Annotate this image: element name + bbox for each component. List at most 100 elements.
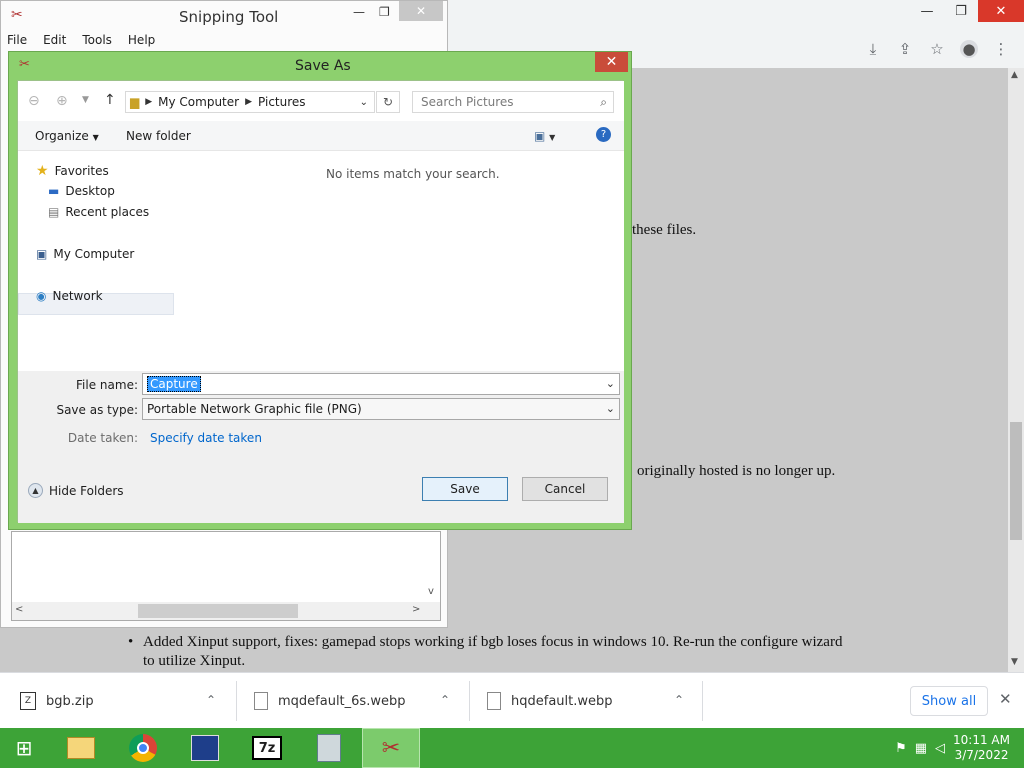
image-file-icon xyxy=(487,692,501,710)
system-clock[interactable]: 10:11 AM 3/7/2022 xyxy=(953,733,1010,763)
taskbar-file-explorer[interactable] xyxy=(52,728,110,768)
organize-button[interactable]: Organize ▼ xyxy=(35,129,99,143)
snip-close-icon[interactable]: ✕ xyxy=(399,1,443,21)
up-arrow-icon[interactable]: ↑ xyxy=(104,92,116,108)
divider xyxy=(236,681,237,721)
dialog-title: Save As xyxy=(295,58,351,74)
file-name-input[interactable]: Capture ⌄ xyxy=(142,373,620,395)
save-type-label: Save as type: xyxy=(56,403,138,417)
scissors-icon: ✂ xyxy=(11,7,23,23)
system-tray: ⚑ ▦ ◁ 10:11 AM 3/7/2022 xyxy=(895,728,1024,768)
folder-icon xyxy=(67,737,95,759)
page-scrollbar[interactable] xyxy=(1008,68,1024,672)
scissors-icon: ✂ xyxy=(381,735,401,761)
taskbar-chrome[interactable] xyxy=(114,728,172,768)
chevron-up-icon[interactable]: ⌃ xyxy=(206,693,216,707)
nav-item-desktop[interactable]: ▬ Desktop xyxy=(48,184,115,198)
scroll-down-icon[interactable]: ▼ xyxy=(1011,657,1018,667)
menu-help[interactable]: Help xyxy=(128,33,155,47)
chevron-up-icon: ▲ xyxy=(28,483,43,498)
download-blocked-icon[interactable]: ⤓ xyxy=(864,40,882,58)
restore-icon[interactable]: ❐ xyxy=(944,0,978,22)
share-icon[interactable]: ⇪ xyxy=(896,40,914,58)
empty-state-message: No items match your search. xyxy=(326,167,500,181)
action-center-flag-icon[interactable]: ⚑ xyxy=(895,741,907,756)
taskbar: ⊞ 7z ✂ ⚑ ▦ ◁ 10:11 AM 3/7/2022 xyxy=(0,728,1024,768)
recent-places-icon: ▤ xyxy=(48,205,60,219)
close-icon[interactable]: ✕ xyxy=(978,0,1024,22)
download-item[interactable]: hqdefault.webp xyxy=(487,673,613,729)
hide-folders-button[interactable]: ▲ Hide Folders xyxy=(28,483,124,498)
chevron-down-icon[interactable]: ⌄ xyxy=(606,402,615,415)
star-icon: ★ xyxy=(36,163,49,179)
breadcrumb-pictures[interactable]: Pictures xyxy=(258,95,306,109)
folder-icon: ▆ xyxy=(130,95,140,109)
browser-actions: ⤓ ⇪ ☆ ● ⋮ xyxy=(864,40,1010,58)
desktop-icon: ▬ xyxy=(48,184,60,198)
save-button[interactable]: Save xyxy=(422,477,508,501)
address-row: ⊖ ⊕ ▼ ↑ ▆ ▶ My Computer ▶ Pictures ⌄ ↻ S… xyxy=(18,81,624,121)
search-icon: ⌕ xyxy=(600,94,607,109)
save-type-value: Portable Network Graphic file (PNG) xyxy=(147,402,362,416)
taskbar-editor[interactable] xyxy=(176,728,234,768)
view-options-icon[interactable]: ▣ ▼ xyxy=(534,129,555,143)
chevron-down-icon[interactable]: ⌄ xyxy=(606,377,615,390)
back-icon[interactable]: ⊖ xyxy=(28,93,40,109)
scroll-right-icon[interactable]: > xyxy=(412,604,420,615)
scroll-left-icon[interactable]: < xyxy=(15,604,23,615)
taskbar-snipping-tool[interactable]: ✂ xyxy=(362,728,420,768)
snip-restore-icon[interactable]: ❐ xyxy=(379,5,390,19)
forward-icon[interactable]: ⊕ xyxy=(56,93,68,109)
calculator-icon xyxy=(317,734,341,762)
download-item[interactable]: mqdefault_6s.webp xyxy=(254,673,405,729)
help-icon[interactable]: ? xyxy=(596,127,611,142)
breadcrumb-my-computer[interactable]: My Computer xyxy=(158,95,239,109)
minimize-icon[interactable]: — xyxy=(910,0,944,22)
speaker-muted-icon[interactable]: ◁ xyxy=(935,741,945,756)
address-bar[interactable]: ▆ ▶ My Computer ▶ Pictures ⌄ xyxy=(125,91,375,113)
chevron-up-icon[interactable]: ⌃ xyxy=(440,693,450,707)
chevron-up-icon[interactable]: ⌃ xyxy=(674,693,684,707)
date-taken-label: Date taken: xyxy=(67,431,138,445)
cancel-button[interactable]: Cancel xyxy=(522,477,608,501)
refresh-icon[interactable]: ↻ xyxy=(376,91,400,113)
file-name-label: File name: xyxy=(76,378,138,392)
specify-date-link[interactable]: Specify date taken xyxy=(150,431,262,445)
show-all-button[interactable]: Show all xyxy=(910,686,988,716)
menu-tools[interactable]: Tools xyxy=(82,33,112,47)
search-input[interactable]: Search Pictures ⌕ xyxy=(412,91,614,113)
start-button[interactable]: ⊞ xyxy=(0,728,48,768)
nav-item-network[interactable]: ◉ Network xyxy=(36,289,103,303)
snip-preview-area: < > v xyxy=(11,531,441,621)
snip-scrollbar-thumb[interactable] xyxy=(138,604,298,618)
taskbar-calculator[interactable] xyxy=(300,728,358,768)
clock-date: 3/7/2022 xyxy=(954,748,1009,762)
scroll-up-icon[interactable]: ▲ xyxy=(1011,70,1018,80)
chevron-down-icon[interactable]: ⌄ xyxy=(360,97,368,108)
new-folder-button[interactable]: New folder xyxy=(126,129,191,143)
taskbar-7zip[interactable]: 7z xyxy=(238,728,296,768)
bookmark-star-icon[interactable]: ☆ xyxy=(928,40,946,58)
breadcrumb-separator-icon: ▶ xyxy=(145,97,153,107)
download-item[interactable]: Z bgb.zip xyxy=(20,673,94,729)
breadcrumb-separator-icon: ▶ xyxy=(245,97,253,107)
nav-item-favorites[interactable]: ★ Favorites xyxy=(36,163,109,179)
profile-icon[interactable]: ● xyxy=(960,40,978,58)
menu-file[interactable]: File xyxy=(7,33,27,47)
snip-minimize-icon[interactable]: — xyxy=(353,5,365,19)
nav-item-my-computer[interactable]: ▣ My Computer xyxy=(36,247,134,261)
network-status-icon[interactable]: ▦ xyxy=(915,741,927,756)
menu-edit[interactable]: Edit xyxy=(43,33,66,47)
close-icon[interactable]: ✕ xyxy=(999,690,1012,708)
dialog-close-icon[interactable]: ✕ xyxy=(595,52,628,72)
page-scrollbar-thumb[interactable] xyxy=(1010,422,1022,540)
menu-kebab-icon[interactable]: ⋮ xyxy=(992,40,1010,58)
recent-locations-icon[interactable]: ▼ xyxy=(82,95,89,105)
bullet-dot: • xyxy=(128,634,134,650)
save-type-select[interactable]: Portable Network Graphic file (PNG) ⌄ xyxy=(142,398,620,420)
nav-item-recent-places[interactable]: ▤ Recent places xyxy=(48,205,149,219)
zip-file-icon: Z xyxy=(20,692,36,710)
scroll-down-icon[interactable]: v xyxy=(428,586,434,597)
dialog-titlebar: ✂ Save As ✕ xyxy=(9,52,631,80)
downloads-shelf: Z bgb.zip ⌃ mqdefault_6s.webp ⌃ hqdefaul… xyxy=(0,672,1024,728)
